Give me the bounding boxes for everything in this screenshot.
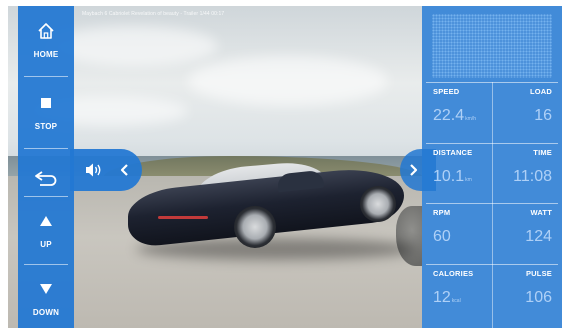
car-front-wheel xyxy=(360,186,396,222)
metric-watt: WATT 124 xyxy=(492,204,562,263)
home-icon xyxy=(38,23,54,39)
metric-label: RPM xyxy=(433,208,451,217)
metric-speed: SPEED 22.4km/h xyxy=(422,83,492,142)
stop-icon xyxy=(41,98,51,108)
metric-label: DISTANCE xyxy=(433,148,473,157)
divider xyxy=(24,76,68,77)
calories-unit: kcal xyxy=(451,298,461,304)
down-button[interactable]: DOWN xyxy=(18,268,74,331)
metric-rpm: RPM 60 xyxy=(422,204,492,263)
distance-value: 10.1 xyxy=(433,168,465,185)
car-taillight xyxy=(158,216,208,219)
metric-label: CALORIES xyxy=(433,269,474,278)
metric-value: 22.4km/h xyxy=(433,107,476,125)
calories-value: 12 xyxy=(433,289,451,306)
metric-value: 12kcal xyxy=(433,289,461,307)
up-arrow-icon xyxy=(40,216,52,226)
watt-value: 124 xyxy=(525,228,552,245)
stop-label: STOP xyxy=(34,122,58,131)
left-control-bar: HOME STOP UP DOWN xyxy=(18,6,74,328)
metric-distance: DISTANCE 10.1km xyxy=(422,144,492,203)
metric-label: LOAD xyxy=(529,87,552,96)
speed-unit: km/h xyxy=(465,116,476,122)
metric-value: 10.1km xyxy=(433,168,472,186)
speed-value: 22.4 xyxy=(433,107,465,124)
home-button[interactable]: HOME xyxy=(18,10,74,76)
divider xyxy=(24,148,68,149)
chevron-left-icon[interactable] xyxy=(118,161,132,179)
down-arrow-icon xyxy=(40,284,52,294)
metric-label: SPEED xyxy=(433,87,460,96)
metric-label: PULSE xyxy=(525,269,552,278)
led-matrix-display xyxy=(432,14,552,78)
treadmill-screen: Maybach 6 Cabriolet Revelation of beauty… xyxy=(0,0,568,331)
up-button[interactable]: UP xyxy=(18,200,74,266)
stats-panel: SPEED 22.4km/h LOAD 16 DISTANCE 10.1km T… xyxy=(422,6,562,328)
metric-time: TIME 11:08 xyxy=(492,144,562,203)
cloud xyxy=(188,56,388,106)
stop-button[interactable]: STOP xyxy=(18,82,74,148)
car-rear-wheel xyxy=(234,206,276,248)
metric-label: WATT xyxy=(530,208,552,217)
time-value: 11:08 xyxy=(513,168,552,185)
divider xyxy=(24,196,68,197)
metric-label: TIME xyxy=(533,148,552,157)
metric-pulse: PULSE 106 xyxy=(492,265,562,324)
down-label: DOWN xyxy=(32,308,60,317)
metric-calories: CALORIES 12kcal xyxy=(422,265,492,324)
home-label: HOME xyxy=(33,50,59,59)
metric-load: LOAD 16 xyxy=(492,83,562,142)
volume-tab[interactable] xyxy=(70,149,142,191)
up-label: UP xyxy=(40,240,52,249)
load-value: 16 xyxy=(534,107,552,124)
chevron-right-icon[interactable] xyxy=(406,161,420,179)
volume-icon xyxy=(86,163,101,177)
back-icon xyxy=(35,171,57,186)
divider xyxy=(24,264,68,265)
pulse-value: 106 xyxy=(525,289,552,306)
rpm-value: 60 xyxy=(433,228,451,245)
distance-unit: km xyxy=(465,177,472,183)
video-title: Maybach 6 Cabriolet Revelation of beauty… xyxy=(82,11,225,17)
